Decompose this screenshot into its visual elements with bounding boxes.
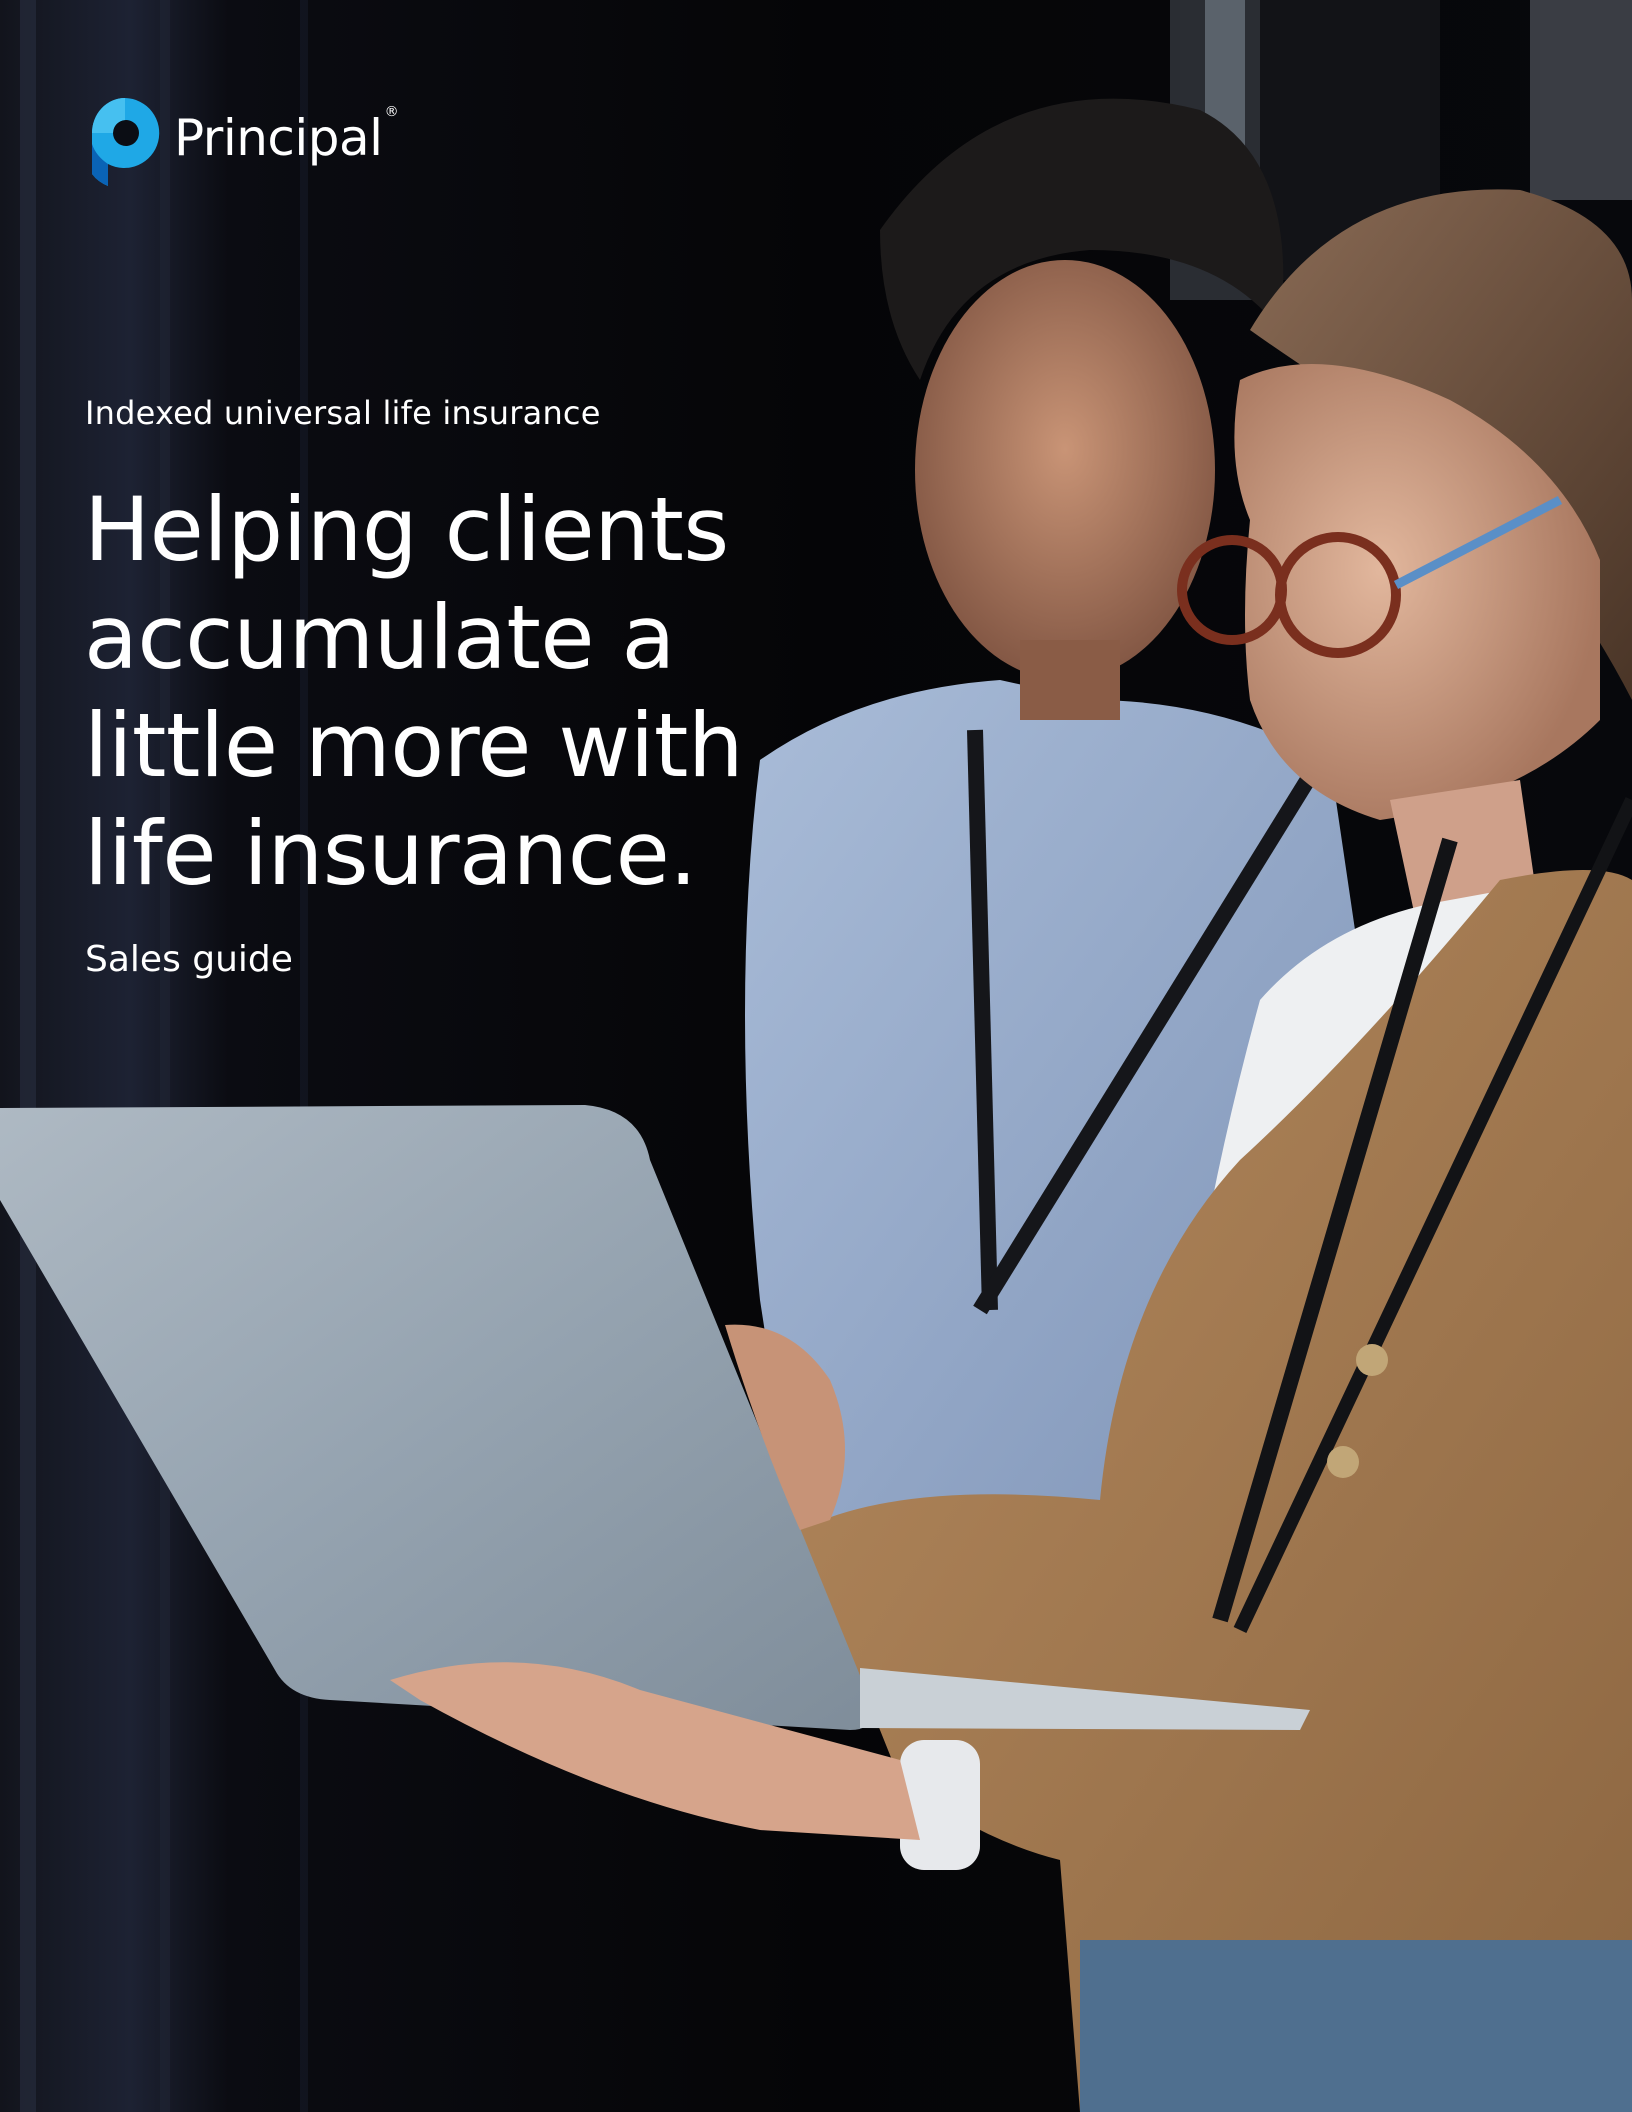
cover-photo: [0, 0, 1632, 2112]
registered-mark: ®: [384, 104, 399, 120]
cover-headline: Helping clients accumulate a little more…: [84, 478, 744, 905]
principal-logo: Principal ®: [86, 94, 399, 190]
document-type: Sales guide: [85, 939, 293, 980]
brand-name: Principal: [174, 109, 383, 167]
cover-photo-illustration: [0, 0, 1632, 2112]
cover-page: Principal ® Indexed universal life insura…: [0, 0, 1632, 2112]
product-category: Indexed universal life insurance: [85, 394, 601, 432]
principal-p-icon: [86, 94, 164, 190]
